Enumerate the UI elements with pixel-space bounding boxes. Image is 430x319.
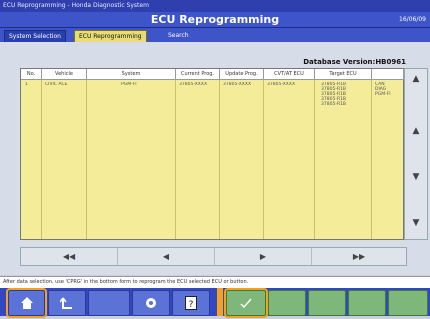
window-titlebar: ECU Reprogramming - Honda Diagnostic Sys… [0, 0, 430, 12]
svg-text:?: ? [189, 300, 194, 310]
down-arrow-icon: ▼ [412, 172, 420, 182]
column-divider [41, 80, 42, 239]
cell-update-prog: 37805-XXXX [223, 82, 252, 87]
cell-target-ecu: 37805-R1B 37805-R1B 37805-R1B 37805-R1B … [321, 82, 369, 107]
home-icon [9, 291, 44, 315]
scroll-up-button[interactable]: ▲ [407, 123, 425, 139]
column-header[interactable]: System [87, 69, 176, 80]
toolbar-divider [217, 288, 223, 316]
app-header: ECU Reprogramming 16/06/09 [0, 12, 430, 28]
bottom-toolbar: ? [0, 288, 430, 316]
double-left-icon: ◀◀ [62, 252, 76, 261]
next-page-button[interactable]: ▶ [215, 248, 312, 265]
help-button[interactable]: ? [172, 290, 210, 316]
page-title: ECU Reprogramming [150, 13, 280, 26]
scroll-bottom-button[interactable]: ▼ [407, 215, 425, 231]
check-icon [227, 291, 265, 315]
window-title: ECU Reprogramming - Honda Diagnostic Sys… [3, 2, 149, 9]
column-header[interactable]: Target ECU [315, 69, 372, 80]
column-header[interactable]: CVT/AT ECU [264, 69, 315, 80]
home-button[interactable] [8, 290, 45, 316]
scroll-down-button[interactable]: ▼ [407, 169, 425, 185]
target-line: 37805-R1B [321, 102, 347, 107]
up-arrow-icon: ▲ [412, 126, 420, 136]
column-divider [371, 80, 372, 239]
ecu-table: No. Vehicle System Current Prog. Update … [20, 68, 404, 240]
tab-search[interactable]: Search [164, 30, 193, 42]
prev-page-button[interactable]: ◀ [118, 248, 215, 265]
confirm-button[interactable] [226, 290, 266, 316]
status-text: After data selection, use 'CPRG' in the … [3, 279, 249, 285]
cell-cvt-ecu: 37805-XXXX [267, 82, 296, 87]
column-divider [314, 80, 315, 239]
column-header[interactable]: Vehicle [42, 69, 87, 80]
help-icon: ? [173, 291, 209, 315]
extra-line: PGM-FI [375, 92, 391, 97]
right-arrow-icon: ▶ [259, 252, 267, 261]
database-version: Database Version:HB0961 [303, 58, 406, 66]
cell-no: 1 [25, 82, 28, 87]
table-scrollbar: ▲ ▲ ▼ ▼ [404, 68, 428, 240]
header-date: 16/06/09 [399, 16, 426, 23]
function-button-3[interactable] [348, 290, 386, 316]
last-page-button[interactable]: ▶▶ [312, 248, 406, 265]
back-icon [49, 291, 85, 315]
tab-bar: System Selection ECU Reprogramming Searc… [0, 28, 430, 44]
double-right-icon: ▶▶ [352, 252, 366, 261]
function-button-1[interactable] [268, 290, 306, 316]
scroll-top-button[interactable]: ▲ [407, 71, 425, 87]
left-arrow-icon: ◀ [162, 252, 170, 261]
column-divider [175, 80, 176, 239]
double-up-icon: ▲ [412, 74, 420, 84]
column-divider [219, 80, 220, 239]
cell-extra: CAN DIAG PGM-FI [375, 82, 402, 97]
page-navigation: ◀◀ ◀ ▶ ▶▶ [20, 247, 407, 266]
cell-system: PGM-FI [121, 82, 137, 87]
column-header[interactable] [372, 69, 404, 80]
column-divider [86, 80, 87, 239]
back-button[interactable] [48, 290, 86, 316]
column-divider [263, 80, 264, 239]
double-down-icon: ▼ [412, 218, 420, 228]
first-page-button[interactable]: ◀◀ [21, 248, 118, 265]
status-bar: After data selection, use 'CPRG' in the … [0, 276, 430, 288]
function-button-4[interactable] [388, 290, 428, 316]
tools-icon [133, 291, 169, 315]
cell-vehicle: CIVIC ACE [45, 82, 68, 87]
cell-current-prog: 37805-XXXX [179, 82, 208, 87]
column-header[interactable]: No. [21, 69, 42, 80]
column-header[interactable]: Current Prog. [176, 69, 220, 80]
function-button-2[interactable] [308, 290, 346, 316]
blank-button[interactable] [88, 290, 130, 316]
tools-button[interactable] [132, 290, 170, 316]
column-header[interactable]: Update Prog. [220, 69, 264, 80]
